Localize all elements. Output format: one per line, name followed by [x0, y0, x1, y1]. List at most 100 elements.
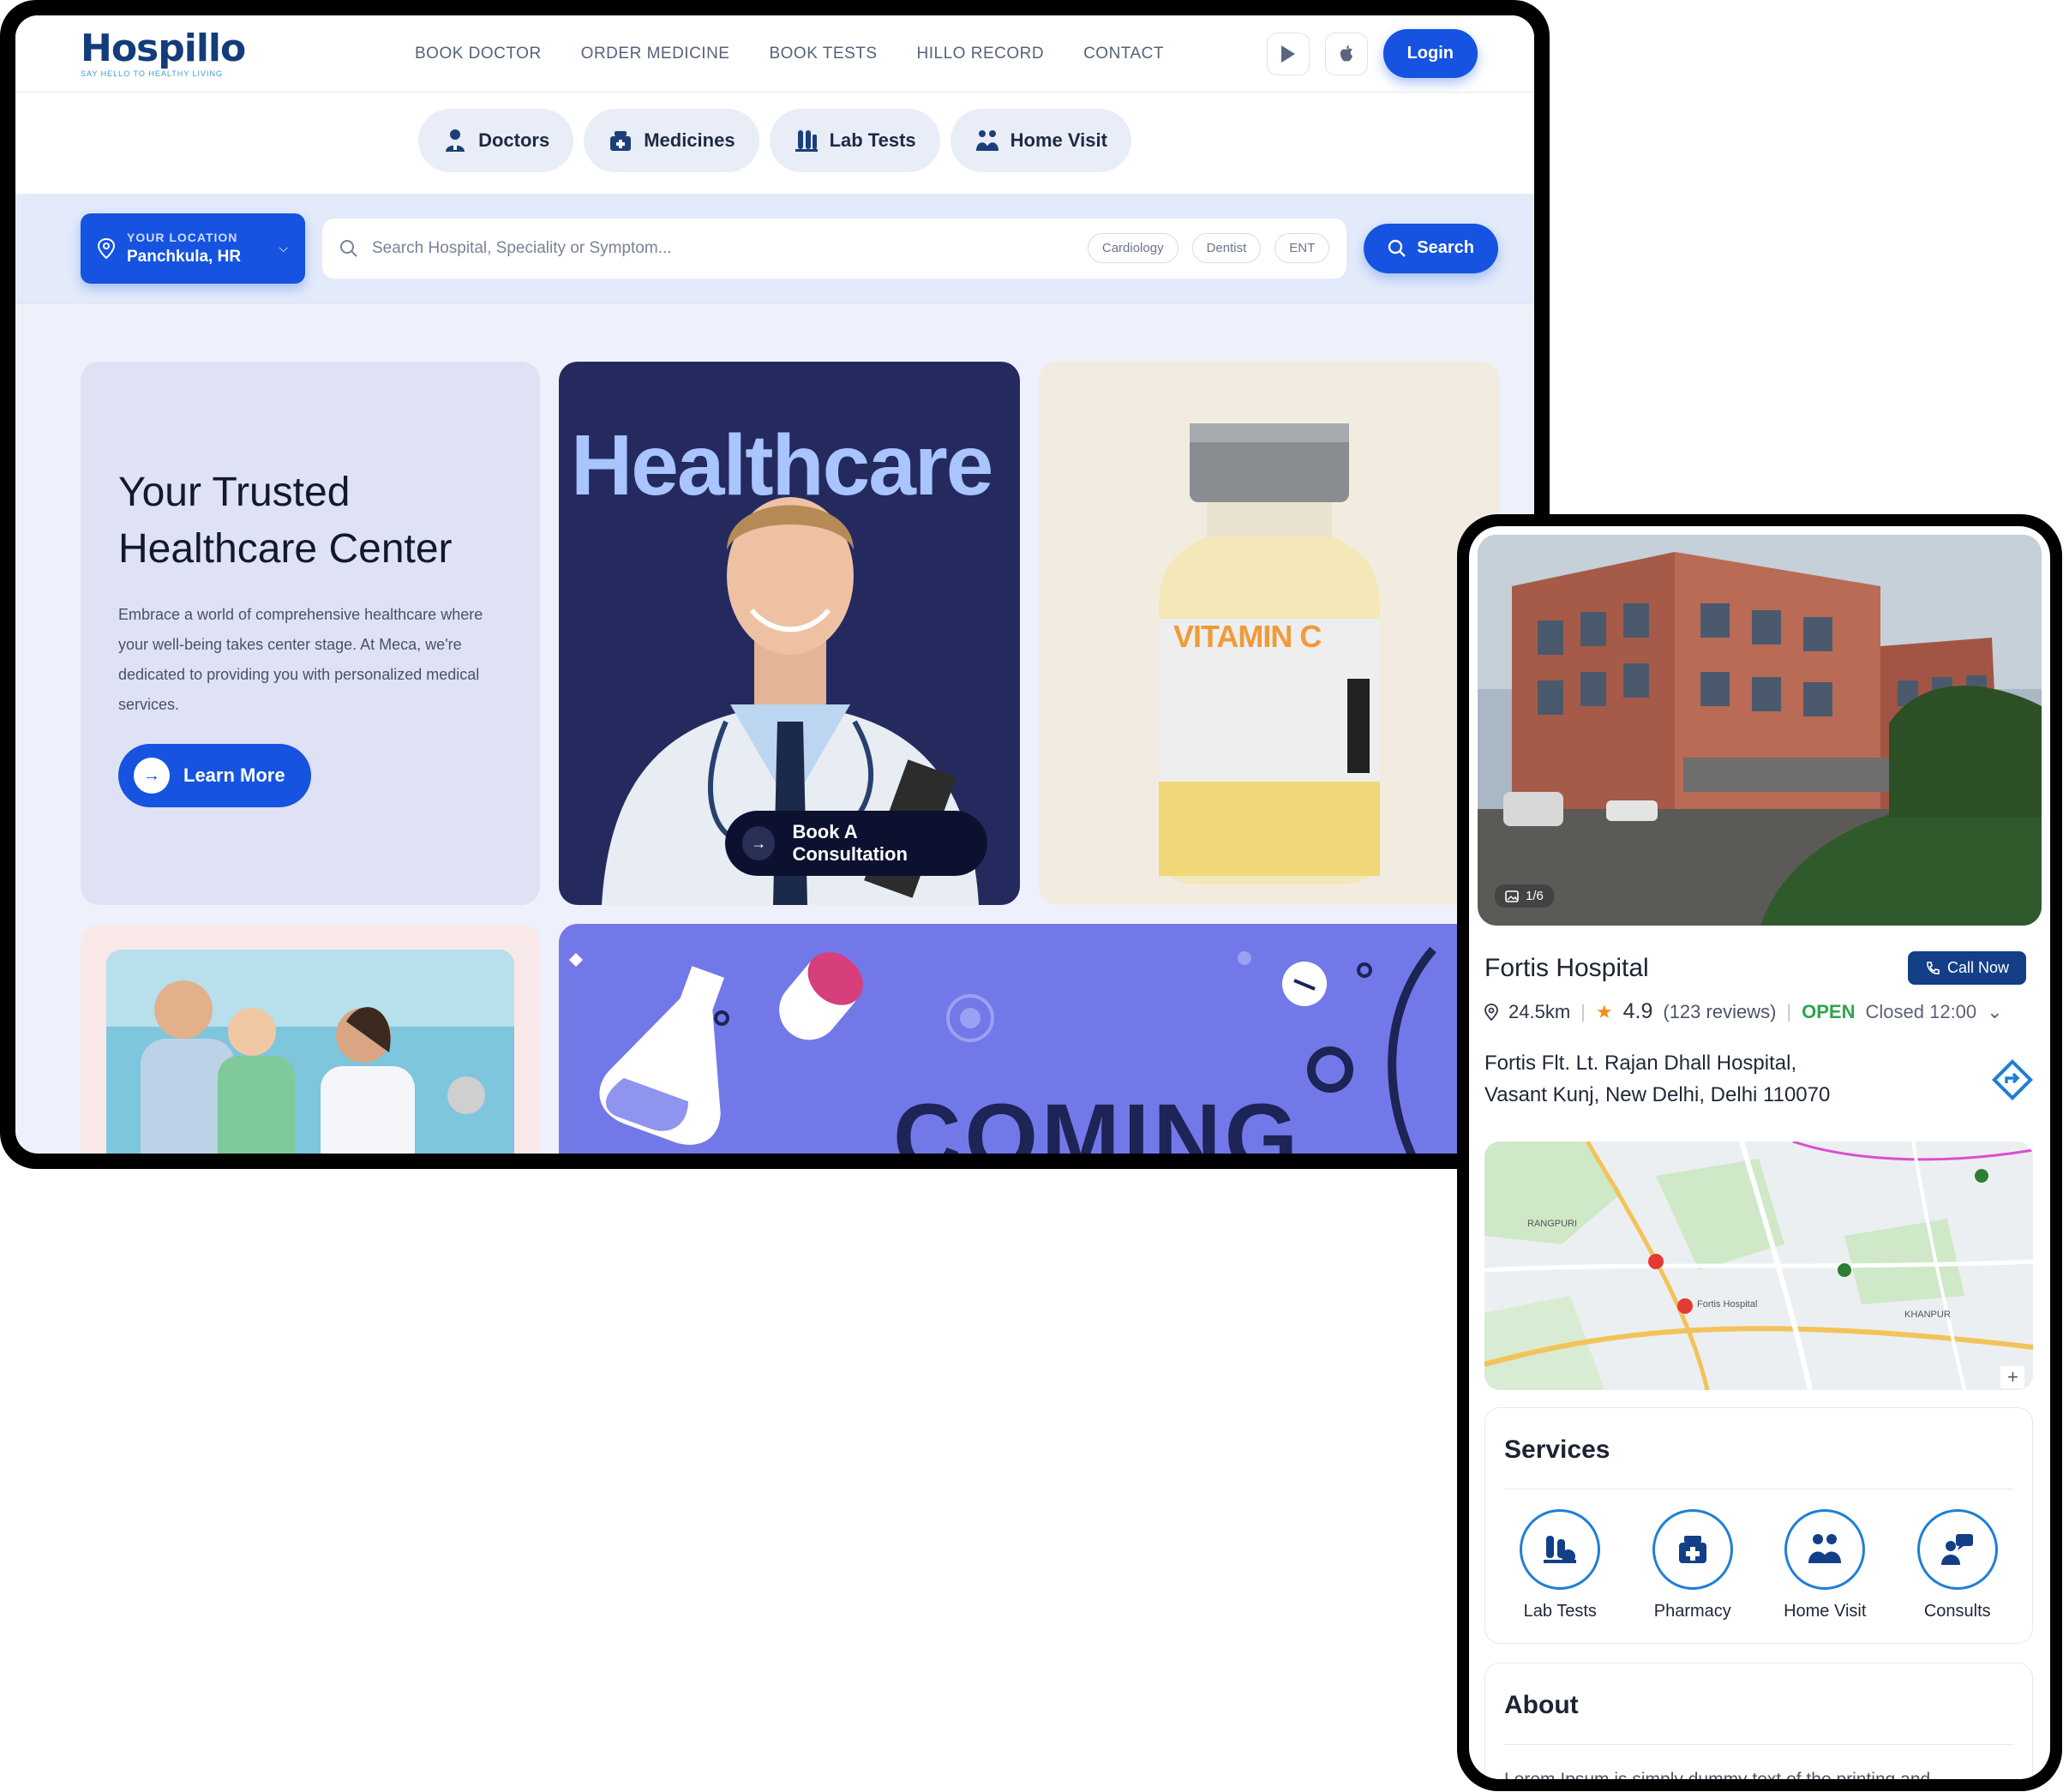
family-card[interactable]	[81, 924, 540, 1154]
hospital-meta: 24.5km | ★ 4.9 (123 reviews) | OPEN Clos…	[1484, 999, 2003, 1024]
book-consultation-label: Book A Consultation	[792, 821, 908, 865]
location-selector[interactable]: YOUR LOCATION Panchkula, HR ⌵	[81, 213, 305, 284]
tab-lab-tests[interactable]: Lab Tests	[769, 109, 940, 172]
book-consultation-button[interactable]: → Book A Consultation	[725, 811, 987, 876]
photo-counter: 1/6	[1495, 884, 1554, 908]
hero-description: Embrace a world of comprehensive healthc…	[118, 606, 483, 713]
desktop-screen: Hospillo SAY HELLO TO HEALTHY LIVING BOO…	[15, 15, 1534, 1154]
top-navigation: Hospillo SAY HELLO TO HEALTHY LIVING BOO…	[15, 15, 1534, 93]
star-icon: ★	[1595, 1000, 1613, 1022]
call-now-label: Call Now	[1946, 959, 2009, 976]
tab-doctors-label: Doctors	[478, 129, 550, 151]
app-store-button[interactable]	[1324, 32, 1368, 75]
search-input[interactable]	[372, 238, 1074, 258]
chip-dentist[interactable]: Dentist	[1191, 233, 1262, 263]
location-text: YOUR LOCATION Panchkula, HR	[127, 231, 241, 267]
open-status: OPEN	[1802, 1000, 1856, 1022]
hospital-building-image	[1478, 535, 2042, 926]
tab-doctors[interactable]: Doctors	[418, 109, 574, 172]
chip-ent[interactable]: ENT	[1274, 233, 1330, 263]
tab-lab-tests-label: Lab Tests	[829, 129, 916, 151]
search-button-label: Search	[1417, 238, 1474, 257]
search-icon	[340, 239, 357, 257]
nav-order-medicine[interactable]: ORDER MEDICINE	[581, 45, 730, 63]
arrow-right-icon: →	[742, 826, 776, 860]
hospital-name: Fortis Hospital	[1484, 953, 1649, 982]
search-field: Cardiology Dentist ENT	[322, 218, 1347, 279]
learn-more-button[interactable]: → Learn More	[118, 744, 311, 807]
doctor-icon	[446, 129, 465, 152]
image-icon	[1505, 890, 1519, 902]
chevron-down-icon: ⌵	[279, 241, 288, 255]
meta-divider: |	[1786, 1000, 1792, 1022]
chevron-down-icon[interactable]: ⌄	[1987, 1001, 2002, 1023]
service-lab-tests[interactable]: Lab Tests	[1500, 1509, 1620, 1621]
about-title: About	[1504, 1691, 1579, 1719]
hospital-header: Fortis Hospital Call Now	[1484, 951, 2026, 985]
hospital-distance: 24.5km	[1508, 1000, 1571, 1022]
hospital-photo[interactable]: 1/6	[1478, 535, 2042, 926]
home-visit-icon	[975, 130, 999, 151]
desktop-frame: Hospillo SAY HELLO TO HEALTHY LIVING BOO…	[0, 0, 1550, 1169]
call-now-button[interactable]: Call Now	[1907, 951, 2026, 985]
tab-home-visit[interactable]: Home Visit	[950, 109, 1131, 172]
about-text: Lorem Ipsum is simply dummy text of the …	[1504, 1770, 1930, 1779]
arrow-right-icon: →	[134, 758, 170, 794]
consults-icon	[1916, 1509, 1998, 1590]
hero-title-line2: Healthcare Center	[118, 526, 453, 572]
tab-medicines[interactable]: Medicines	[584, 109, 759, 172]
play-store-button[interactable]	[1266, 32, 1310, 75]
hero-title-line1: Your Trusted	[118, 470, 351, 515]
hospital-hours[interactable]: Closed 12:00	[1866, 1001, 1977, 1023]
svg-text:+: +	[2007, 1366, 2018, 1387]
apple-icon	[1340, 45, 1352, 62]
search-button[interactable]: Search	[1364, 223, 1498, 273]
map-view: +	[1484, 1142, 2033, 1390]
hero-card: Your Trusted Healthcare Center Embrace a…	[81, 362, 540, 905]
nav-contact[interactable]: CONTACT	[1083, 45, 1164, 63]
lab-tests-icon	[1520, 1509, 1601, 1590]
service-label: Lab Tests	[1523, 1602, 1597, 1621]
hospital-address: Fortis Flt. Lt. Rajan Dhall Hospital, Va…	[1484, 1047, 1964, 1111]
coming-soon-card: COMING	[559, 924, 1534, 1154]
logo[interactable]: Hospillo SAY HELLO TO HEALTHY LIVING	[81, 26, 261, 78]
pharmacy-icon	[1652, 1509, 1733, 1590]
logo-tagline: SAY HELLO TO HEALTHY LIVING	[81, 69, 224, 78]
search-icon	[1388, 239, 1406, 257]
login-button[interactable]: Login	[1382, 29, 1478, 78]
home-visit-icon	[1784, 1509, 1866, 1590]
nav-book-doctor[interactable]: BOOK DOCTOR	[415, 45, 542, 63]
nav-hillo-record[interactable]: HILLO RECORD	[917, 45, 1045, 63]
directions-icon[interactable]	[1992, 1059, 2033, 1100]
hospital-reviews[interactable]: (123 reviews)	[1663, 1001, 1776, 1023]
mobile-frame: 1/6 Fortis Hospital Call Now 24.5km | ★ …	[1457, 514, 2062, 1791]
vitamin-card[interactable]: VITAMIN C	[1039, 362, 1500, 905]
service-label: Home Visit	[1784, 1602, 1867, 1621]
nav-book-tests[interactable]: BOOK TESTS	[769, 45, 877, 63]
chip-cardiology[interactable]: Cardiology	[1087, 233, 1178, 263]
search-bar: YOUR LOCATION Panchkula, HR ⌵ Cardiology…	[15, 194, 1534, 303]
play-store-icon	[1280, 45, 1295, 63]
doctor-card[interactable]: Healthcare → Book A Consultation	[559, 362, 1020, 905]
address-line1: Fortis Flt. Lt. Rajan Dhall Hospital,	[1484, 1052, 1797, 1075]
phone-icon	[1927, 961, 1940, 974]
service-consults[interactable]: Consults	[1898, 1509, 2018, 1621]
service-label: Consults	[1923, 1602, 1991, 1621]
service-home-visit[interactable]: Home Visit	[1765, 1509, 1885, 1621]
medicine-icon	[610, 131, 632, 151]
service-pharmacy[interactable]: Pharmacy	[1633, 1509, 1753, 1621]
tab-medicines-label: Medicines	[644, 129, 735, 151]
healthcare-heading: Healthcare	[571, 417, 993, 513]
map-label-fortis: Fortis Hospital	[1697, 1299, 1758, 1310]
location-pin-icon	[1484, 1003, 1498, 1021]
map-label-khanpur: KHANPUR	[1904, 1310, 1951, 1320]
services-list: Lab Tests Pharmacy Home Visit Consults	[1485, 1509, 2032, 1621]
vitamin-c-label: VITAMIN C	[1173, 619, 1322, 654]
photo-counter-text: 1/6	[1526, 889, 1544, 903]
nav-actions: Login	[1266, 29, 1478, 78]
learn-more-label: Learn More	[183, 764, 285, 786]
logo-wordmark: Hospillo	[81, 26, 246, 70]
about-panel: About Lorem Ipsum is simply dummy text o…	[1484, 1663, 2033, 1779]
location-map[interactable]: + RANGPURI Fortis Hospital KHANPUR	[1484, 1142, 2033, 1390]
nav-links: BOOK DOCTOR ORDER MEDICINE BOOK TESTS HI…	[415, 45, 1164, 63]
